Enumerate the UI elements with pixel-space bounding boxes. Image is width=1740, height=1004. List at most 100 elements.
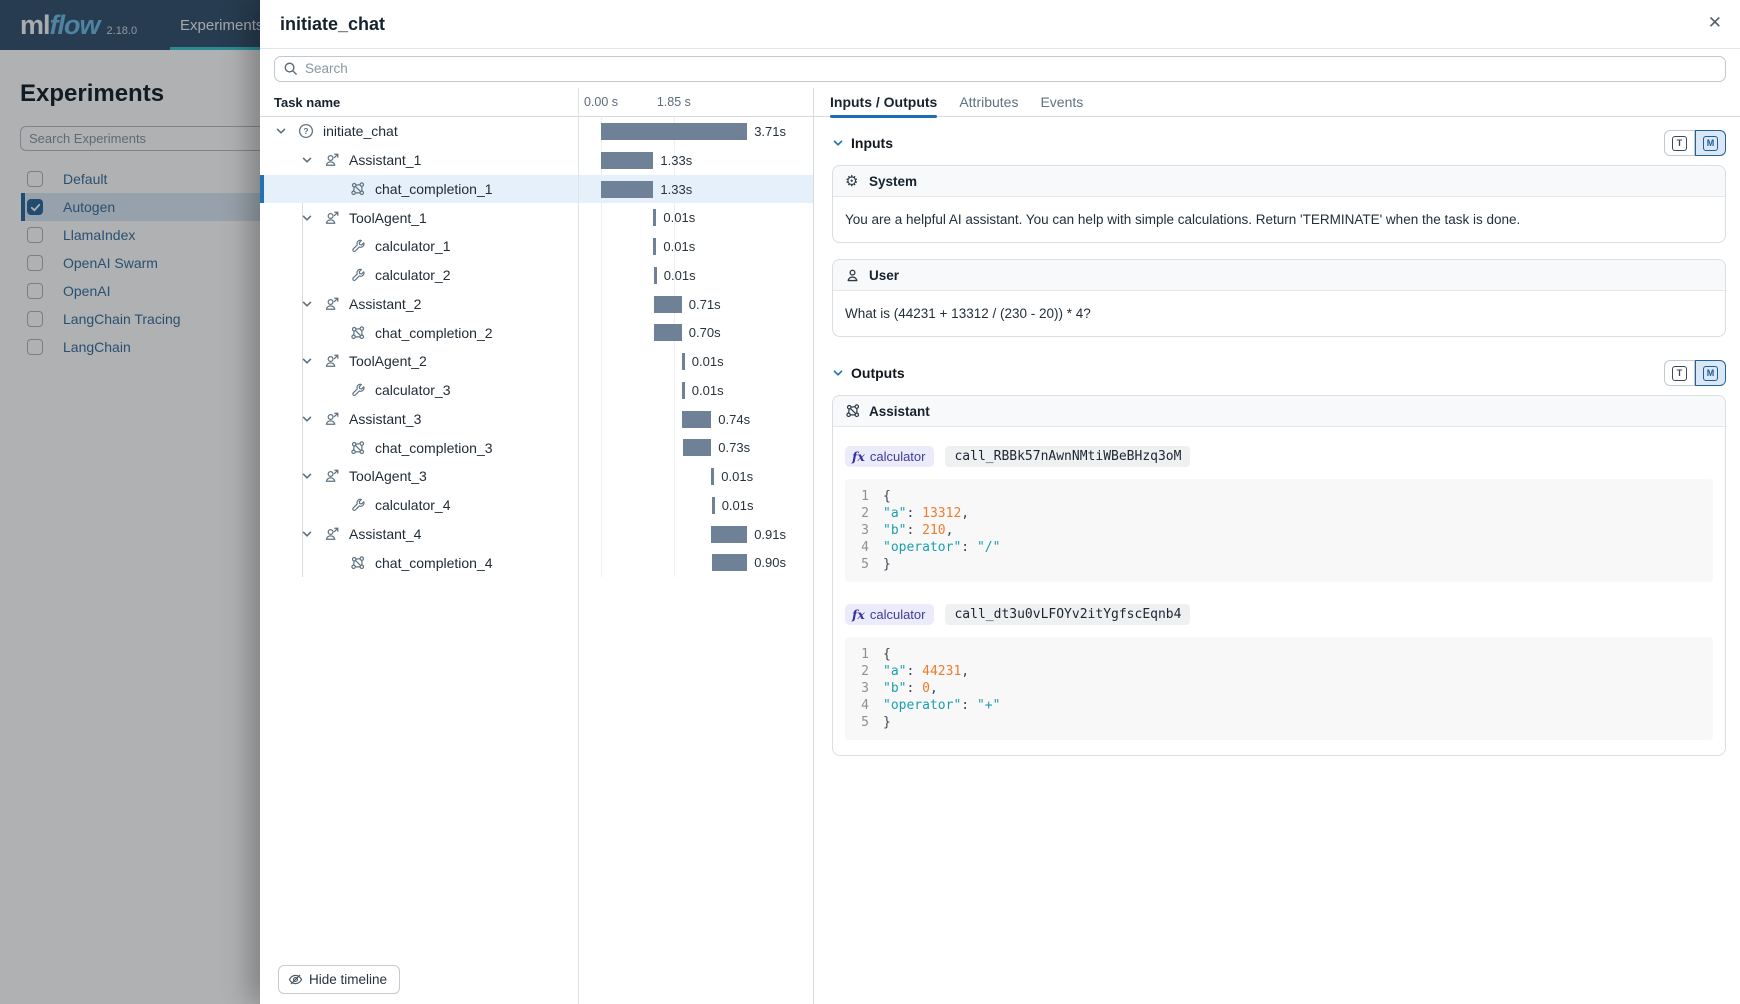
molecule-icon	[349, 324, 367, 342]
search-row	[260, 49, 1740, 88]
system-message-text: You are a helpful AI assistant. You can …	[833, 197, 1725, 242]
agent-icon	[323, 467, 341, 485]
modal-header: initiate_chat ✕	[260, 0, 1740, 49]
timeline-row-Assistant_3[interactable]: 0.74s	[579, 405, 813, 434]
timeline-row-calculator_2[interactable]: 0.01s	[579, 261, 813, 290]
timeline-row-calculator_3[interactable]: 0.01s	[579, 376, 813, 405]
search-box[interactable]	[274, 56, 1726, 82]
tree-row-calculator_4[interactable]: calculator_4	[260, 491, 578, 520]
fx-icon: fx	[852, 449, 865, 464]
tree-row-calculator_3[interactable]: calculator_3	[260, 376, 578, 405]
chevron-down-icon[interactable]	[300, 153, 314, 167]
timeline-row-chat_completion_2[interactable]: 0.70s	[579, 318, 813, 347]
details-content: Inputs T M ⚙ System You are a helpful AI…	[814, 117, 1740, 1004]
active-tab-underline	[830, 115, 937, 118]
tree-row-ToolAgent_3[interactable]: ToolAgent_3	[260, 462, 578, 491]
agent-icon	[323, 151, 341, 169]
tree-row-Assistant_4[interactable]: Assistant_4	[260, 520, 578, 549]
duration-bar	[601, 181, 653, 198]
wrench-icon	[349, 237, 367, 255]
markdown-toggle-button[interactable]: M	[1695, 360, 1726, 386]
duration-label: 1.33s	[660, 182, 692, 197]
tree-row-Assistant_2[interactable]: Assistant_2	[260, 290, 578, 319]
inputs-section-header: Inputs T M	[832, 130, 1726, 156]
tab-inputs-outputs[interactable]: Inputs / Outputs	[830, 88, 937, 117]
agent-icon	[323, 525, 341, 543]
timeline-row-Assistant_2[interactable]: 0.71s	[579, 290, 813, 319]
markdown-toggle-button[interactable]: M	[1695, 130, 1726, 156]
code-line: 1{	[857, 488, 1701, 505]
tree-row-chat_completion_3[interactable]: chat_completion_3	[260, 433, 578, 462]
duration-label: 3.71s	[754, 124, 786, 139]
tree-row-ToolAgent_2[interactable]: ToolAgent_2	[260, 347, 578, 376]
tree-row-chat_completion_2[interactable]: chat_completion_2	[260, 318, 578, 347]
line-number: 3	[857, 522, 883, 539]
timeline-row-ToolAgent_2[interactable]: 0.01s	[579, 347, 813, 376]
code-line: 2 "a": 13312,	[857, 505, 1701, 522]
duration-label: 1.33s	[660, 153, 692, 168]
task-name-label: chat_completion_2	[375, 325, 493, 341]
chevron-down-icon[interactable]	[300, 412, 314, 426]
timeline-row-chat_completion_3[interactable]: 0.73s	[579, 433, 813, 462]
code-line: 1{	[857, 646, 1701, 663]
user-role-label: User	[869, 268, 899, 283]
duration-label: 0.73s	[718, 440, 750, 455]
timeline-row-ToolAgent_3[interactable]: 0.01s	[579, 462, 813, 491]
task-name-label: Assistant_1	[349, 152, 421, 168]
task-name-label: ToolAgent_3	[349, 468, 427, 484]
duration-label: 0.01s	[721, 469, 753, 484]
line-number: 3	[857, 680, 883, 697]
question-icon: ?	[297, 122, 315, 140]
tree-row-calculator_1[interactable]: calculator_1	[260, 232, 578, 261]
close-icon[interactable]: ✕	[1708, 14, 1722, 31]
timeline-row-calculator_4[interactable]: 0.01s	[579, 491, 813, 520]
tree-row-initiate_chat[interactable]: ?initiate_chat	[260, 117, 578, 146]
timeline-header: 0.00 s1.85 s	[579, 88, 813, 117]
task-name-label: ToolAgent_2	[349, 353, 427, 369]
tree-header: Task name	[274, 95, 340, 110]
timeline-row-chat_completion_1[interactable]: 1.33s	[579, 175, 813, 204]
duration-label: 0.74s	[718, 412, 750, 427]
timeline-row-ToolAgent_1[interactable]: 0.01s	[579, 203, 813, 232]
duration-label: 0.71s	[689, 297, 721, 312]
timeline-row-chat_completion_4[interactable]: 0.90s	[579, 548, 813, 577]
raw-text-toggle-button[interactable]: T	[1664, 360, 1695, 386]
task-name-label: chat_completion_4	[375, 555, 493, 571]
raw-text-toggle-button[interactable]: T	[1664, 130, 1695, 156]
tree-row-calculator_2[interactable]: calculator_2	[260, 261, 578, 290]
system-message-card: ⚙ System You are a helpful AI assistant.…	[832, 165, 1726, 243]
function-name: calculator	[870, 449, 926, 464]
duration-bar	[682, 353, 685, 370]
chevron-down-icon[interactable]	[274, 124, 288, 138]
chevron-down-icon[interactable]	[832, 137, 844, 149]
molecule-icon	[349, 439, 367, 457]
chevron-down-icon[interactable]	[300, 354, 314, 368]
tree-row-chat_completion_4[interactable]: chat_completion_4	[260, 548, 578, 577]
hide-timeline-button[interactable]: Hide timeline	[278, 965, 400, 994]
timeline-row-initiate_chat[interactable]: 3.71s	[579, 117, 813, 146]
timeline-row-Assistant_1[interactable]: 1.33s	[579, 146, 813, 175]
tree-row-chat_completion_1[interactable]: chat_completion_1	[260, 175, 578, 204]
outputs-section-header: Outputs T M	[832, 360, 1726, 386]
chevron-down-icon[interactable]	[300, 211, 314, 225]
tab-attributes[interactable]: Attributes	[959, 88, 1018, 117]
search-input[interactable]	[305, 61, 1717, 76]
user-icon	[845, 268, 861, 283]
line-number: 5	[857, 714, 883, 731]
duration-bar	[601, 152, 653, 169]
tool-call-group: fxcalculatorcall_RBBk57nAwnNMtiWBeBHzq3o…	[845, 446, 1713, 582]
markdown-icon: M	[1703, 136, 1718, 151]
chevron-down-icon[interactable]	[300, 469, 314, 483]
tree-row-Assistant_3[interactable]: Assistant_3	[260, 405, 578, 434]
tree-row-Assistant_1[interactable]: Assistant_1	[260, 146, 578, 175]
duration-label: 0.70s	[689, 325, 721, 340]
chevron-down-icon[interactable]	[832, 367, 844, 379]
timeline-row-Assistant_4[interactable]: 0.91s	[579, 520, 813, 549]
tree-row-ToolAgent_1[interactable]: ToolAgent_1	[260, 203, 578, 232]
chevron-down-icon[interactable]	[300, 527, 314, 541]
tab-events[interactable]: Events	[1040, 88, 1083, 117]
timeline-row-calculator_1[interactable]: 0.01s	[579, 232, 813, 261]
chevron-down-icon[interactable]	[300, 297, 314, 311]
task-name-label: chat_completion_3	[375, 440, 493, 456]
code-line: 4 "operator": "+"	[857, 697, 1701, 714]
